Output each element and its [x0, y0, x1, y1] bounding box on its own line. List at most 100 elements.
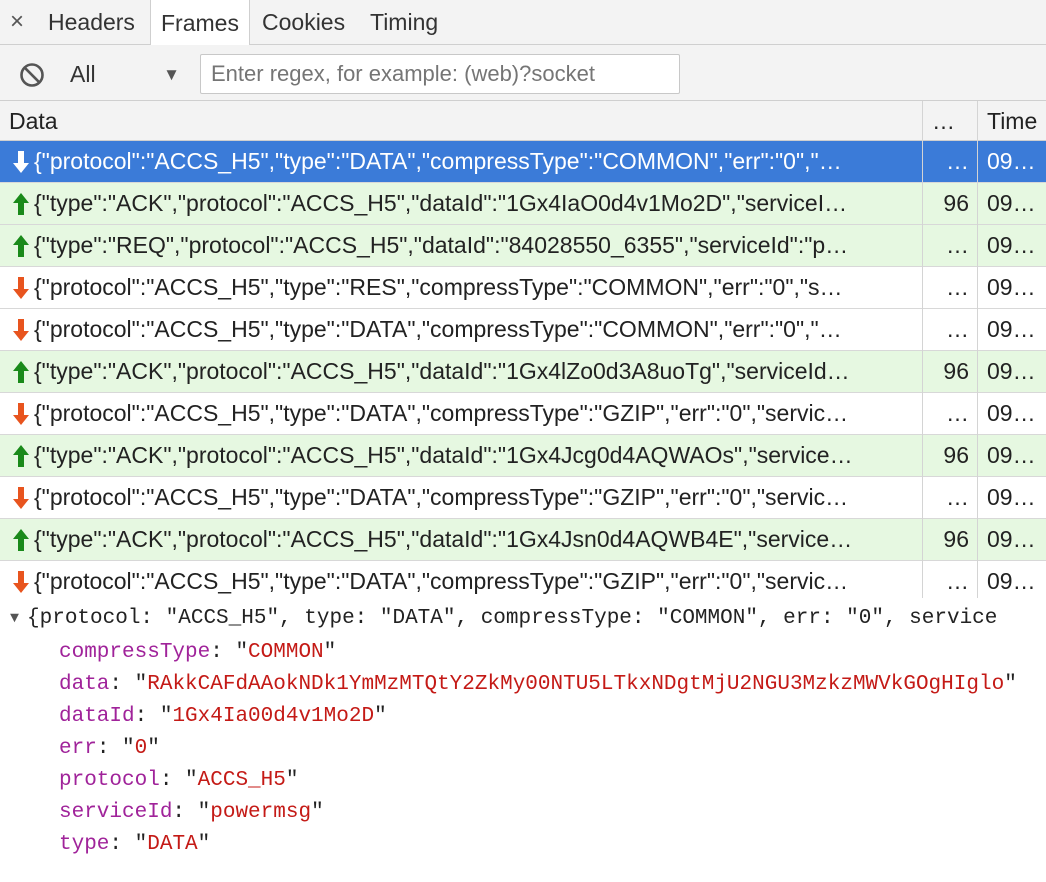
frame-data-text: {"protocol":"ACCS_H5","type":"RES","comp…: [34, 274, 843, 300]
frame-length-cell: …: [946, 400, 969, 426]
table-row[interactable]: {"type":"REQ","protocol":"ACCS_H5","data…: [0, 225, 1046, 267]
property-quote: ": [323, 641, 337, 664]
object-summary: {protocol: "ACCS_H5", type: "DATA", comp…: [27, 607, 998, 630]
frame-detail-view: ▼ {protocol: "ACCS_H5", type: "DATA", co…: [0, 598, 1046, 882]
column-divider[interactable]: [977, 101, 978, 598]
tab-cookies[interactable]: Cookies: [252, 0, 355, 45]
frame-data-cell: {"protocol":"ACCS_H5","type":"DATA","com…: [0, 477, 922, 518]
frame-data-cell: {"type":"ACK","protocol":"ACCS_H5","data…: [0, 435, 922, 476]
frame-time-cell: 09…: [987, 232, 1036, 258]
triangle-down-icon: ▼: [163, 65, 180, 84]
object-property[interactable]: protocol: "ACCS_H5": [59, 769, 298, 792]
arrow-down-icon: [13, 486, 29, 509]
arrow-up-icon: [13, 444, 29, 467]
object-property[interactable]: err: "0": [59, 737, 160, 760]
table-row[interactable]: {"type":"ACK","protocol":"ACCS_H5","data…: [0, 183, 1046, 225]
property-quote: ": [147, 737, 160, 760]
frame-time-cell: 09…: [987, 484, 1036, 510]
frame-data-text: {"type":"ACK","protocol":"ACCS_H5","data…: [34, 442, 853, 468]
table-row[interactable]: {"type":"ACK","protocol":"ACCS_H5","data…: [0, 435, 1046, 477]
frame-time-cell: 09…: [987, 274, 1036, 300]
filter-bar: All ▼: [0, 45, 1046, 101]
table-row[interactable]: {"protocol":"ACCS_H5","type":"DATA","com…: [0, 393, 1046, 435]
frame-data-cell: {"type":"ACK","protocol":"ACCS_H5","data…: [0, 183, 922, 224]
arrow-up-icon: [13, 192, 29, 215]
close-icon[interactable]: ×: [0, 0, 34, 44]
table-row[interactable]: {"type":"ACK","protocol":"ACCS_H5","data…: [0, 519, 1046, 561]
object-tree-root[interactable]: ▼ {protocol: "ACCS_H5", type: "DATA", co…: [10, 607, 997, 630]
frame-data-text: {"protocol":"ACCS_H5","type":"DATA","com…: [34, 400, 849, 426]
frame-type-select[interactable]: All ▼: [64, 55, 188, 93]
frame-data-cell: {"protocol":"ACCS_H5","type":"DATA","com…: [0, 309, 922, 350]
frame-data-text: {"protocol":"ACCS_H5","type":"DATA","com…: [34, 568, 849, 594]
frame-length-cell: …: [946, 232, 969, 258]
tab-headers[interactable]: Headers: [38, 0, 145, 45]
property-value: COMMON: [248, 641, 324, 664]
property-separator: : ": [96, 737, 135, 760]
arrow-down-icon: [13, 570, 29, 593]
table-header: Data … Time: [0, 101, 1046, 141]
object-property[interactable]: type: "DATA": [59, 833, 210, 856]
frame-length-cell: 96: [943, 526, 969, 552]
frame-data-text: {"protocol":"ACCS_H5","type":"DATA","com…: [34, 148, 842, 174]
object-property[interactable]: dataId: "1Gx4Ia00d4v1Mo2D": [59, 705, 387, 728]
frame-time-cell: 09…: [987, 526, 1036, 552]
property-separator: : ": [109, 673, 148, 696]
frame-length-cell: 96: [943, 190, 969, 216]
property-separator: : ": [210, 641, 249, 664]
frame-length-cell: …: [946, 484, 969, 510]
tab-bar: × Headers Frames Cookies Timing: [0, 0, 1046, 46]
table-row[interactable]: {"protocol":"ACCS_H5","type":"DATA","com…: [0, 561, 1046, 603]
frame-data-text: {"type":"ACK","protocol":"ACCS_H5","data…: [34, 526, 853, 552]
property-quote: ": [197, 833, 211, 856]
table-row[interactable]: {"protocol":"ACCS_H5","type":"DATA","com…: [0, 309, 1046, 351]
frames-table: Data … Time {"protocol":"ACCS_H5","type"…: [0, 101, 1046, 603]
property-key: dataId: [59, 705, 135, 728]
frame-data-text: {"type":"ACK","protocol":"ACCS_H5","data…: [34, 190, 848, 216]
column-header-data[interactable]: Data: [0, 101, 922, 141]
arrow-up-icon: [13, 360, 29, 383]
property-value: powermsg: [210, 801, 312, 824]
tab-frames[interactable]: Frames: [150, 0, 250, 46]
frame-data-text: {"protocol":"ACCS_H5","type":"DATA","com…: [34, 316, 842, 342]
frame-data-text: {"protocol":"ACCS_H5","type":"DATA","com…: [34, 484, 849, 510]
table-row[interactable]: {"protocol":"ACCS_H5","type":"RES","comp…: [0, 267, 1046, 309]
block-icon[interactable]: [19, 62, 45, 88]
table-row[interactable]: {"protocol":"ACCS_H5","type":"DATA","com…: [0, 477, 1046, 519]
frame-length-cell: …: [946, 568, 969, 594]
property-key: type: [59, 833, 110, 856]
column-divider[interactable]: [922, 101, 923, 598]
object-property[interactable]: data: "RAkkCAFdAAokNDk1YmMzMTQtY2ZkMy00N…: [59, 673, 1017, 696]
property-key: data: [59, 673, 110, 696]
frame-length-cell: …: [946, 316, 969, 342]
frame-length-cell: 96: [943, 358, 969, 384]
property-separator: : ": [172, 801, 211, 824]
arrow-down-icon: [13, 402, 29, 425]
frame-time-cell: 09…: [987, 148, 1036, 174]
column-header-time[interactable]: Time: [978, 101, 1046, 141]
frame-data-cell: {"type":"ACK","protocol":"ACCS_H5","data…: [0, 519, 922, 560]
property-separator: : ": [159, 769, 198, 792]
object-property[interactable]: compressType: "COMMON": [59, 641, 336, 664]
property-key: serviceId: [59, 801, 173, 824]
frame-data-cell: {"type":"ACK","protocol":"ACCS_H5","data…: [0, 351, 922, 392]
arrow-down-icon: [13, 276, 29, 299]
column-header-length[interactable]: …: [923, 101, 977, 141]
frame-data-cell: {"protocol":"ACCS_H5","type":"DATA","com…: [0, 393, 922, 434]
property-value: 1Gx4Ia00d4v1Mo2D: [172, 705, 375, 728]
property-separator: : ": [109, 833, 148, 856]
frame-data-cell: {"protocol":"ACCS_H5","type":"DATA","com…: [0, 561, 922, 602]
property-value: RAkkCAFdAAokNDk1YmMzMTQtY2ZkMy00NTU5LTkx…: [147, 673, 1005, 696]
frame-length-cell: …: [946, 148, 969, 174]
property-quote: ": [311, 801, 324, 824]
frame-data-text: {"type":"ACK","protocol":"ACCS_H5","data…: [34, 358, 850, 384]
object-property[interactable]: serviceId: "powermsg": [59, 801, 324, 824]
tab-timing[interactable]: Timing: [360, 0, 448, 45]
property-value: DATA: [147, 833, 198, 856]
triangle-expanded-icon[interactable]: ▼: [10, 610, 19, 627]
regex-filter-input[interactable]: [200, 54, 680, 94]
table-row[interactable]: {"type":"ACK","protocol":"ACCS_H5","data…: [0, 351, 1046, 393]
table-row[interactable]: {"protocol":"ACCS_H5","type":"DATA","com…: [0, 141, 1046, 183]
frame-time-cell: 09…: [987, 316, 1036, 342]
frame-time-cell: 09…: [987, 400, 1036, 426]
